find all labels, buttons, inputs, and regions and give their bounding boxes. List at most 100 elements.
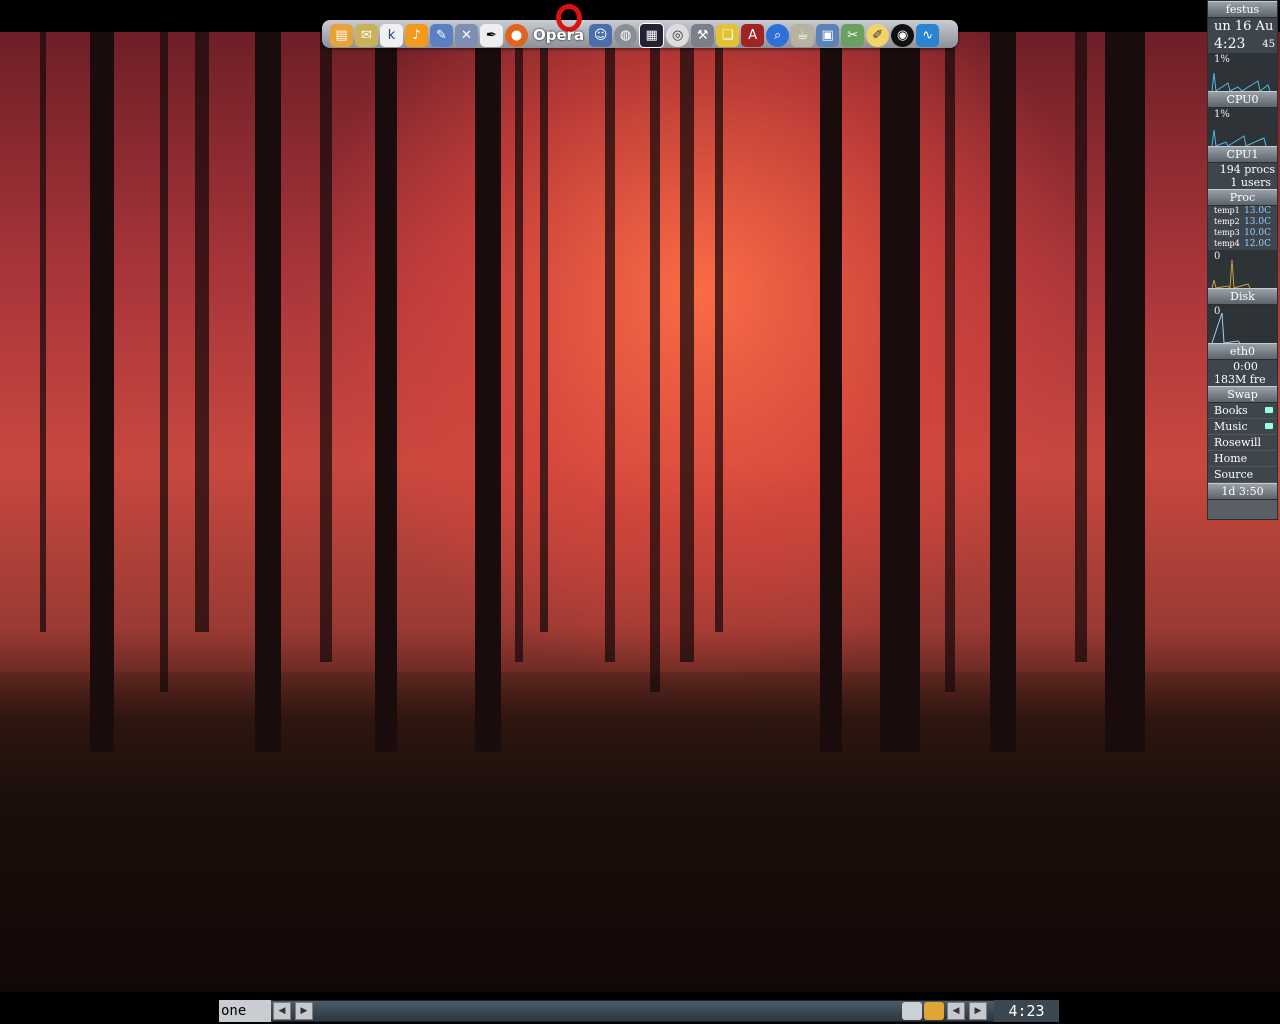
tools-icon[interactable]: ✎ (430, 23, 453, 47)
temp-name: temp3 (1214, 228, 1240, 237)
tree-trunk (40, 32, 46, 632)
opera-label[interactable]: Opera (530, 26, 587, 44)
temp-name: temp4 (1214, 239, 1240, 248)
wallpaper-ground (0, 672, 1280, 992)
temp-row: temp1 13.0C (1208, 206, 1277, 217)
next-desktop-button[interactable]: ▶ (295, 1002, 313, 1020)
person-icon[interactable]: ☺ (589, 23, 613, 47)
swap-label: Swap (1208, 386, 1277, 403)
tree-trunk (820, 32, 842, 752)
tree-trunk (255, 32, 281, 752)
temp-value: 12.0C (1244, 239, 1271, 249)
tree-trunk (195, 32, 209, 632)
tree-trunk (375, 32, 397, 752)
tree-trunk (1075, 32, 1087, 662)
cpu1-label: CPU1 (1208, 146, 1277, 163)
cup-icon[interactable]: ☕ (791, 23, 815, 47)
cpu1-chart: 1% (1208, 108, 1277, 146)
globe-icon[interactable]: ◍ (614, 23, 638, 47)
temp-name: temp2 (1214, 217, 1240, 226)
dock-icon-row: ▤ ✉ k ♪ ✎ ✕ ✒ ● Opera ☺ ◍ ▦ ◎ ⚒ ❏ A ⌕ ☕ … (330, 20, 940, 50)
mount-label: Rosewill (1214, 436, 1262, 449)
tree-trunk (715, 32, 723, 632)
mount-label: Source (1214, 468, 1254, 481)
tree-trunk (515, 32, 523, 662)
tree-trunk (605, 32, 615, 662)
users-count: 1 users (1208, 176, 1277, 189)
network-icon[interactable]: ✕ (455, 23, 478, 47)
dvd-icon[interactable]: ◎ (666, 23, 690, 47)
tree-trunk (90, 32, 114, 752)
cpu0-percent: 1% (1214, 54, 1230, 65)
desktop-wallpaper (0, 32, 1280, 992)
tree-trunk (990, 32, 1016, 752)
tree-trunk (680, 32, 694, 662)
clock-time-value: 4:23 (1214, 36, 1246, 52)
mount-music[interactable]: Music (1208, 419, 1277, 435)
uptime: 1d 3:50 (1208, 483, 1277, 500)
temp-row: temp4 12.0C (1208, 239, 1277, 250)
tree-trunk (1105, 32, 1145, 752)
tree-trunk (160, 32, 168, 692)
desktop-name[interactable]: one (219, 1000, 271, 1022)
temp-value: 13.0C (1244, 206, 1271, 216)
folder-tray-icon[interactable] (924, 1002, 944, 1020)
procs-count: 194 procs (1208, 163, 1277, 176)
monitor-icon[interactable]: ∿ (916, 23, 940, 47)
image-viewer-icon[interactable]: ▣ (816, 23, 840, 47)
pencil-icon[interactable]: ✐ (866, 23, 890, 47)
mount-led-icon (1265, 423, 1273, 429)
mount-rosewill[interactable]: Rosewill (1208, 435, 1277, 451)
net-label: eth0 (1208, 343, 1277, 360)
gkrellm-monitor: festus un 16 Au 4:23 45 1% CPU0 1% CPU1 … (1207, 0, 1278, 520)
tree-trunk (540, 32, 548, 632)
search-icon[interactable]: ⌕ (766, 23, 790, 47)
dictionary-icon[interactable]: A (741, 23, 765, 47)
mount-label: Home (1214, 452, 1248, 465)
hostname-label: festus (1208, 1, 1277, 18)
files-icon[interactable]: ▤ (330, 23, 353, 47)
tree-trunk (945, 32, 955, 692)
firefox-icon[interactable]: ● (505, 23, 528, 47)
temp-value: 13.0C (1244, 217, 1271, 227)
next-task-button[interactable]: ▶ (969, 1002, 987, 1020)
mount-source[interactable]: Source (1208, 467, 1277, 483)
temp-row: temp3 10.0C (1208, 228, 1277, 239)
konqueror-icon[interactable]: k (380, 23, 403, 47)
temp-name: temp1 (1214, 206, 1240, 215)
mount-home[interactable]: Home (1208, 451, 1277, 467)
amarok-icon[interactable]: ♪ (405, 23, 428, 47)
taskbar-clock[interactable]: 4:23 (994, 1000, 1059, 1022)
cpu0-chart: 1% (1208, 53, 1277, 91)
net-chart: 0 (1208, 305, 1277, 343)
previous-desktop-button[interactable]: ◀ (273, 1002, 291, 1020)
pen-icon[interactable]: ✒ (480, 23, 503, 47)
previous-task-button[interactable]: ◀ (947, 1002, 965, 1020)
tools2-icon[interactable]: ✂ (841, 23, 865, 47)
disk-value: 0 (1214, 251, 1221, 262)
tree-trunk (650, 32, 660, 692)
net-value: 0 (1214, 306, 1221, 317)
mail-icon[interactable]: ✉ (355, 23, 378, 47)
temp-value: 10.0C (1244, 228, 1271, 238)
clock-date: un 16 Au (1208, 18, 1277, 36)
clock-seconds: 45 (1262, 39, 1275, 50)
notes-icon[interactable]: ❏ (716, 23, 740, 47)
tree-trunk (475, 32, 501, 752)
temp-row: temp2 13.0C (1208, 217, 1277, 228)
proc-label: Proc (1208, 189, 1277, 206)
cpu1-percent: 1% (1214, 109, 1230, 120)
tree-trunk (880, 32, 920, 752)
trash-icon[interactable]: ◉ (891, 23, 915, 47)
clock-time: 4:23 45 (1208, 36, 1277, 53)
photo-icon[interactable]: ▦ (639, 22, 665, 48)
tree-trunk (320, 32, 332, 662)
wrench-icon[interactable]: ⚒ (691, 23, 715, 47)
mount-books[interactable]: Books (1208, 403, 1277, 419)
mount-label: Books (1214, 404, 1248, 417)
notes-tray-icon[interactable] (902, 1002, 922, 1020)
disk-chart: 0 (1208, 250, 1277, 288)
cpu0-label: CPU0 (1208, 91, 1277, 108)
disk-label: Disk (1208, 288, 1277, 305)
net-timer[interactable]: 0:00 (1208, 360, 1277, 373)
